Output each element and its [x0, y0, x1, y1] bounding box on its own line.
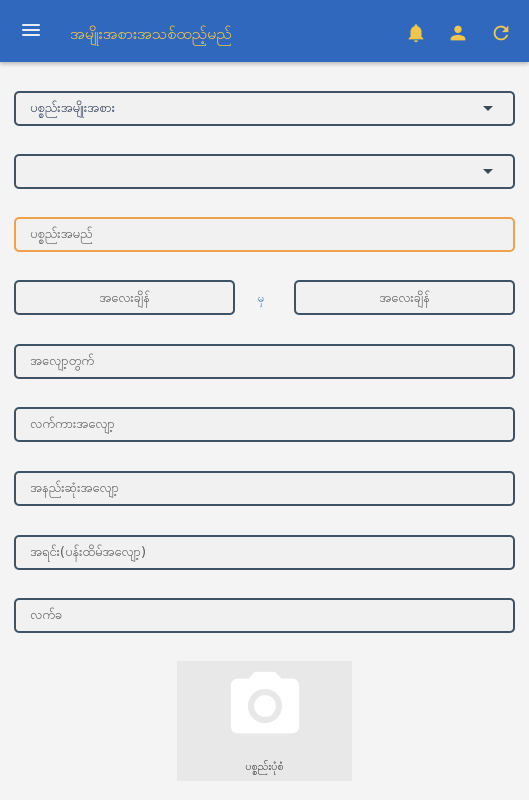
- camera-icon: [230, 671, 300, 734]
- wholesale-discount-placeholder: လက်ကားအလျော့: [30, 417, 115, 432]
- weight-to-input[interactable]: အလေးချိန်: [294, 280, 515, 315]
- person-icon[interactable]: [447, 22, 469, 44]
- net-discount-input[interactable]: အရင်း(ပန်းထိမ်အလျော့): [14, 535, 515, 570]
- discount-placeholder: အလျော့တွက်: [30, 354, 94, 369]
- item-name-input[interactable]: ပစ္စည်းအမည်: [14, 217, 515, 252]
- chevron-down-icon: [483, 169, 493, 174]
- subcategory-select[interactable]: [14, 154, 515, 189]
- menu-icon[interactable]: [22, 24, 42, 40]
- wholesale-discount-input[interactable]: လက်ကားအလျော့: [14, 407, 515, 442]
- bell-icon[interactable]: [405, 22, 427, 44]
- app-bar: အမျိုးအစားအသစ်ထည့်မည်: [0, 0, 529, 62]
- range-separator: မှ: [258, 292, 265, 305]
- chevron-down-icon: [483, 106, 493, 111]
- weight-from-input[interactable]: အလေးချိန်: [14, 280, 235, 315]
- photo-label: ပစ္စည်းပုံစံ: [245, 760, 284, 773]
- category-select-value: ပစ္စည်းအမျိုးအစား: [30, 101, 116, 116]
- item-name-placeholder: ပစ္စည်းအမည်: [30, 227, 93, 242]
- category-select[interactable]: ပစ္စည်းအမျိုးအစား: [14, 91, 515, 126]
- refresh-icon[interactable]: [490, 22, 512, 44]
- discount-input[interactable]: အလျော့တွက်: [14, 344, 515, 379]
- net-discount-placeholder: အရင်း(ပန်းထိမ်အလျော့): [30, 545, 147, 560]
- photo-picker[interactable]: ပစ္စည်းပုံစံ: [177, 661, 352, 781]
- weight-from-placeholder: အလေးချိန်: [99, 291, 150, 306]
- weight-to-placeholder: အလေးချိန်: [379, 291, 430, 306]
- min-discount-input[interactable]: အနည်းဆုံးအလျော့: [14, 471, 515, 506]
- page-title: အမျိုးအစားအသစ်ထည့်မည်: [70, 24, 232, 43]
- fee-placeholder: လက်ခ: [30, 608, 63, 623]
- fee-input[interactable]: လက်ခ: [14, 598, 515, 633]
- min-discount-placeholder: အနည်းဆုံးအလျော့: [30, 481, 119, 496]
